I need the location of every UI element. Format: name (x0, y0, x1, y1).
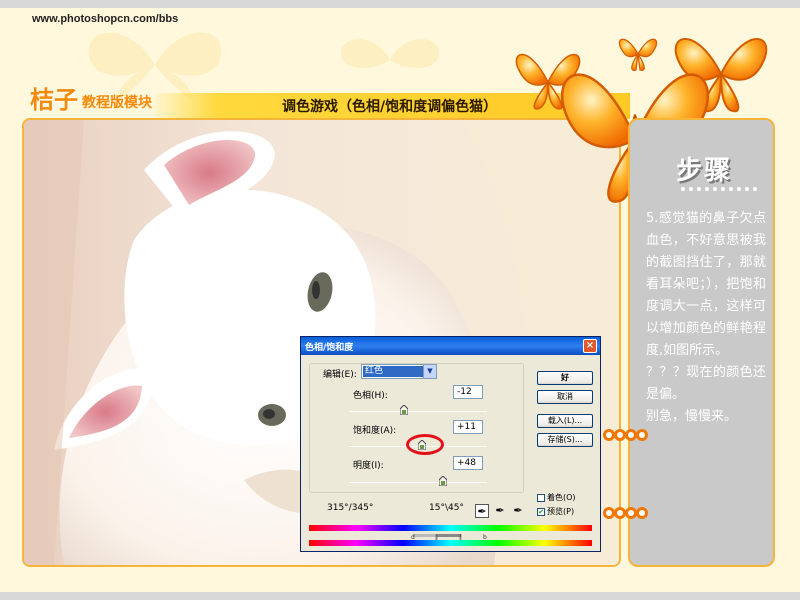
bottom-strip (0, 592, 800, 600)
range-right-readout: 15°\45° (429, 503, 464, 513)
step-paragraph-1: 5.感觉猫的鼻子欠点血色，不好意思被我的截图挡住了，那就看耳朵吧；），把饱和度调… (646, 211, 766, 358)
edit-select-value: 红色 (363, 366, 423, 377)
result-spectrum-bar (309, 540, 592, 546)
lightness-label: 明度(I): (353, 461, 384, 471)
eyedropper-minus-icon[interactable]: ✒ (511, 504, 525, 518)
load-button[interactable]: 载入(L)... (537, 414, 593, 428)
saturation-input[interactable]: +11 (453, 420, 483, 434)
colorize-checkbox[interactable]: 着色(O) (537, 492, 576, 503)
save-button[interactable]: 存储(S)... (537, 433, 593, 447)
brand-main: 桔子 (30, 86, 78, 114)
lightness-slider-thumb[interactable] (438, 476, 447, 486)
colorize-label: 着色(O) (547, 493, 576, 502)
site-url[interactable]: www.photoshopcn.com/bbs (32, 13, 178, 25)
steps-text: 5.感觉猫的鼻子欠点血色，不好意思被我的截图挡住了，那就看耳朵吧；），把饱和度调… (646, 208, 766, 428)
dialog-titlebar[interactable]: 色相/饱和度 × (301, 337, 600, 355)
highlight-circle (406, 434, 444, 455)
cancel-button[interactable]: 取消 (537, 390, 593, 404)
range-left-readout: 315°/345° (327, 503, 374, 513)
dialog-title: 色相/饱和度 (305, 343, 354, 353)
eyedropper-icon[interactable]: ✒ (475, 504, 489, 518)
saturation-label: 饱和度(A): (353, 426, 397, 436)
hue-saturation-dialog: 色相/饱和度 × 编辑(E): 红色 ▼ 色相(H): -12 饱和度(A): … (300, 336, 601, 552)
hue-label: 色相(H): (353, 391, 388, 401)
hue-slider-track[interactable] (349, 411, 487, 412)
brand-sub: 教程版模块 (82, 95, 152, 111)
chevron-down-icon[interactable]: ▼ (423, 365, 436, 378)
preview-label: 预览(P) (547, 507, 575, 516)
steps-heading: 步骤 (676, 156, 733, 186)
edit-select[interactable]: 红色 ▼ (361, 364, 437, 379)
lightness-input[interactable]: +48 (453, 456, 483, 470)
top-strip (0, 0, 800, 8)
chain-link-icon (603, 507, 648, 519)
step-paragraph-3: 别急，慢慢来。 (646, 409, 738, 424)
chain-link-icon (603, 429, 648, 441)
brand-logo: 桔子 教程版模块 (30, 85, 152, 115)
adjustment-group (309, 363, 524, 493)
close-button[interactable]: × (583, 339, 597, 353)
ok-button[interactable]: 好 (537, 371, 593, 385)
colorize-checkbox-box[interactable] (537, 493, 545, 502)
range-slider-icon[interactable]: d ‖ ‖ b (309, 531, 592, 540)
page-title: 调色游戏（色相/饱和度调偏色猫） (282, 99, 498, 115)
preview-checkbox-box[interactable]: ✔ (537, 507, 545, 516)
hue-slider-thumb[interactable] (400, 405, 409, 415)
eyedropper-plus-icon[interactable]: ✒ (493, 504, 507, 518)
step-paragraph-2: ？？？现在的颜色还是偏。 (646, 365, 766, 402)
preview-checkbox[interactable]: ✔ 预览(P) (537, 506, 574, 517)
lightness-slider-track[interactable] (349, 482, 487, 483)
hue-input[interactable]: -12 (453, 385, 483, 399)
background-butterfly-icon (341, 39, 439, 68)
edit-label: 编辑(E): (323, 370, 357, 380)
dots-decoration-icon (681, 187, 757, 191)
